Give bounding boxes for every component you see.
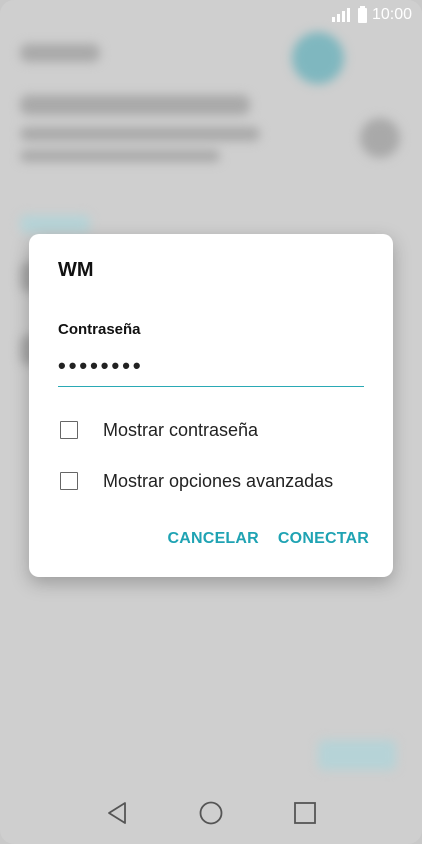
cancel-button[interactable]: CANCELAR [168,530,259,548]
home-icon[interactable] [196,798,226,828]
wifi-password-dialog: WM Contraseña •••••••• Mostrar contraseñ… [29,234,393,577]
recents-icon[interactable] [290,798,320,828]
show-advanced-options-option[interactable]: Mostrar opciones avanzadas [58,466,333,496]
battery-icon [357,5,367,23]
back-icon[interactable] [102,798,132,828]
phone-screen: 10:00 WM Contraseña •••••••• Mostrar con… [0,0,422,844]
dialog-actions: CANCELAR CONECTAR [168,530,369,548]
show-advanced-options-checkbox[interactable] [60,472,78,490]
show-password-label: Mostrar contraseña [103,419,259,440]
show-password-checkbox[interactable] [60,421,78,439]
navigation-bar [0,782,422,844]
connect-button[interactable]: CONECTAR [278,530,369,548]
show-advanced-options-label: Mostrar opciones avanzadas [103,470,334,491]
dialog-title: WM [58,259,94,281]
password-input[interactable]: •••••••• [58,352,364,387]
signal-icon [331,8,350,22]
show-password-option[interactable]: Mostrar contraseña [58,415,258,445]
password-label: Contraseña [58,321,141,338]
status-time: 10:00 [371,6,412,23]
status-bar: 10:00 [0,0,422,30]
